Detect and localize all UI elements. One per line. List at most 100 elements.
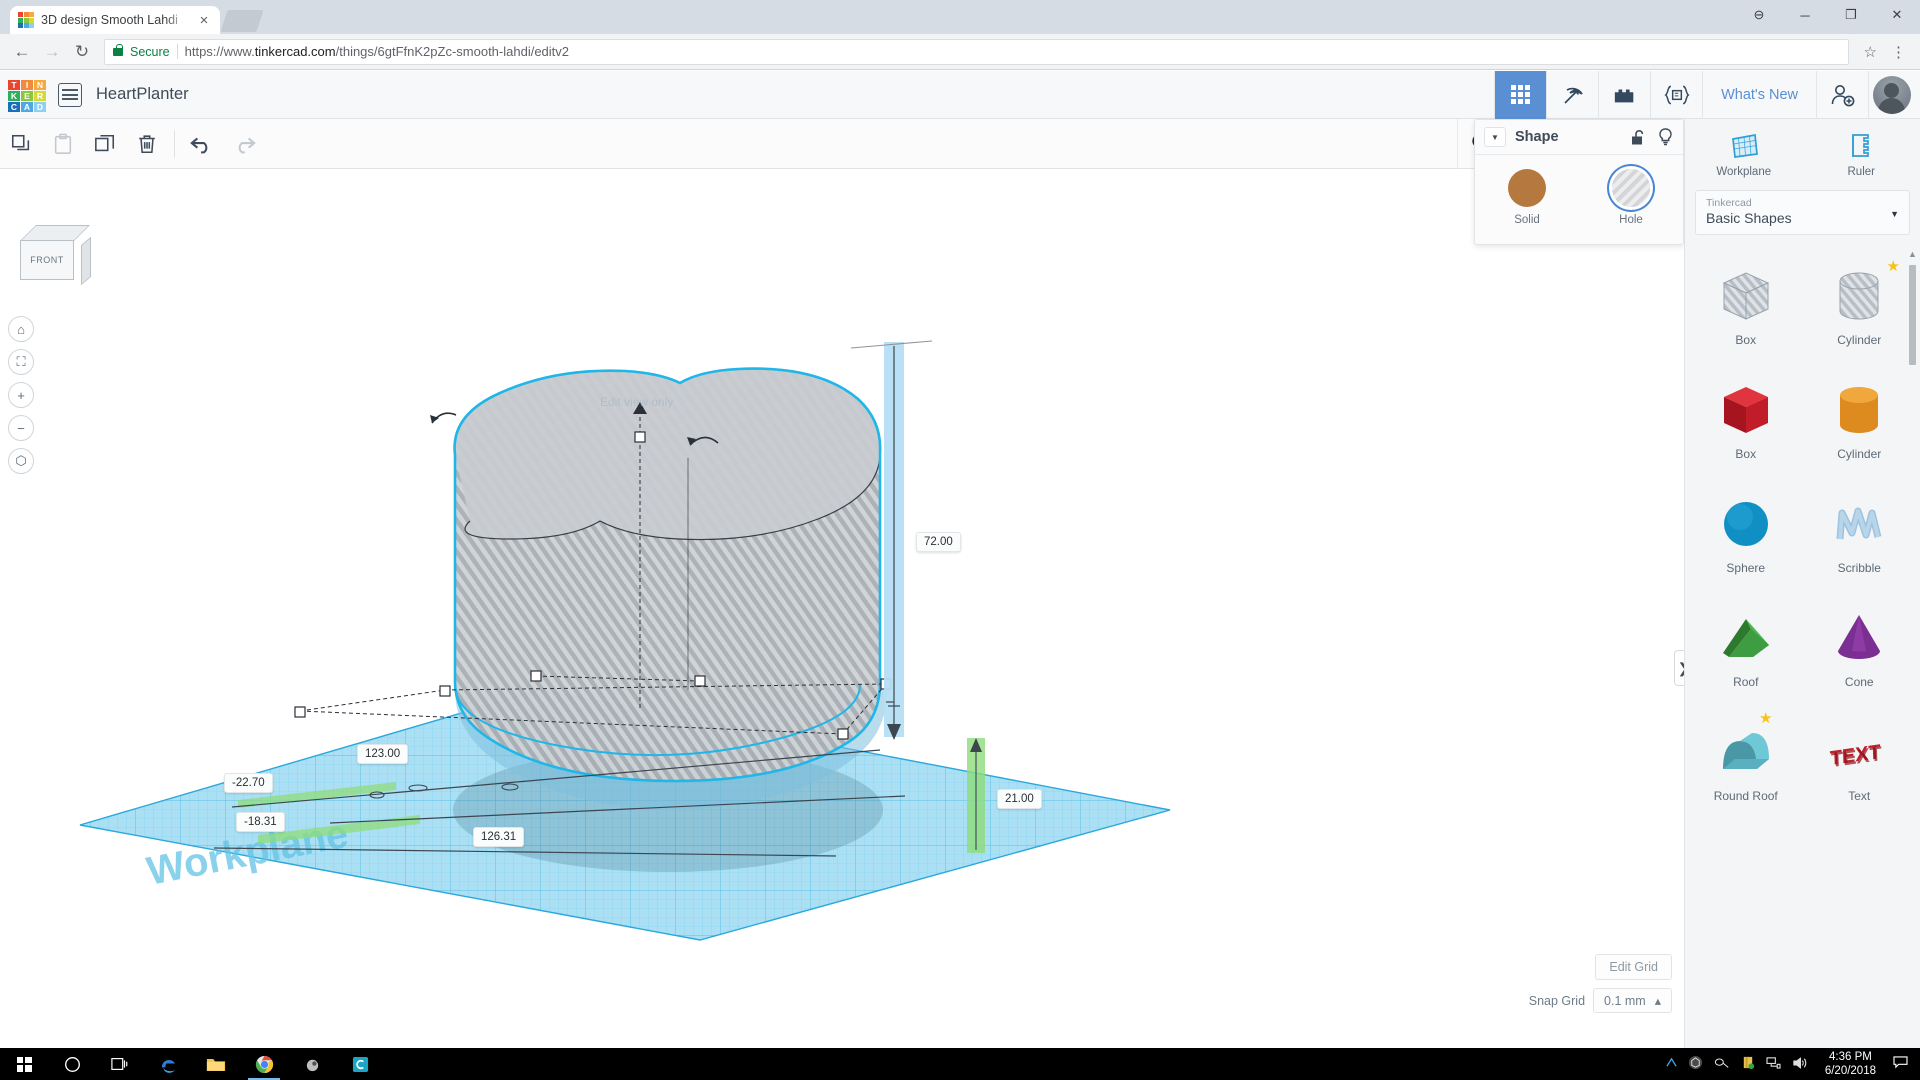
windows-logo-icon: [16, 1056, 32, 1072]
browser-window: 3D design Smooth Lahdi × ⊖ ─ ❐ ✕ ← → ↻ S…: [0, 0, 1920, 1080]
tray-overflow-icon[interactable]: [1666, 1057, 1677, 1071]
unlock-icon[interactable]: [1629, 129, 1647, 146]
solid-label: Solid: [1514, 214, 1540, 226]
pickaxe-icon[interactable]: [1546, 70, 1598, 119]
width-dimension[interactable]: 126.31: [473, 827, 525, 847]
scene-canvas[interactable]: Workplane Edit view only: [0, 170, 1920, 1049]
paste-button[interactable]: [42, 119, 84, 169]
inspector-title: Shape: [1515, 129, 1559, 145]
shape-item-roof[interactable]: Roof: [1689, 597, 1803, 711]
blender-app-button[interactable]: [288, 1048, 336, 1080]
chevron-down-icon[interactable]: ▼: [1484, 127, 1506, 147]
round-roof-icon: [1722, 733, 1769, 769]
close-window-button[interactable]: ✕: [1874, 0, 1920, 30]
action-center-icon[interactable]: [1893, 1056, 1914, 1072]
grid-controls: Edit Grid Snap Grid 0.1 mm ▴: [1529, 954, 1672, 1013]
mouse-settings-icon[interactable]: [1714, 1056, 1730, 1073]
usb-safely-remove-icon[interactable]: [1741, 1055, 1755, 1073]
codeblocks-icon[interactable]: [1650, 70, 1702, 119]
close-tab-icon[interactable]: ×: [196, 13, 212, 28]
3d-viewport[interactable]: FRONT ⌂ ⛶ + − ⬡ Workplane Edit view only…: [0, 170, 1920, 1049]
cura-app-button[interactable]: [336, 1048, 384, 1080]
hole-option[interactable]: Hole: [1592, 169, 1670, 226]
duplicate-button[interactable]: [84, 119, 126, 169]
lock-icon: [113, 43, 123, 56]
account-icon[interactable]: ⊖: [1736, 0, 1782, 30]
shape-library-select[interactable]: Tinkercad Basic Shapes ▼: [1695, 190, 1910, 235]
cortana-search-button[interactable]: [48, 1048, 96, 1080]
y-position[interactable]: -18.31: [236, 812, 285, 832]
shape-inspector-panel[interactable]: ▼ Shape Solid Hole: [1474, 119, 1684, 245]
apps-grid-icon[interactable]: [1494, 70, 1547, 119]
shape-item-text[interactable]: TEXT TEXT Text: [1803, 711, 1917, 825]
shape-row: Box ★ Cylinder: [1689, 255, 1916, 369]
address-bar[interactable]: Secure https://www.tinkercad.com/things/…: [104, 38, 1849, 65]
shape-label: Box: [1735, 333, 1757, 347]
hole-swatch: [1612, 169, 1650, 207]
browser-menu-icon[interactable]: ⋮: [1886, 43, 1912, 61]
shape-item-scribble[interactable]: Scribble: [1803, 483, 1917, 597]
reload-button[interactable]: ↻: [68, 38, 96, 66]
redo-button[interactable]: [223, 119, 265, 169]
shape-item-cone[interactable]: Cone: [1803, 597, 1917, 711]
box-hole-icon: [1722, 272, 1769, 320]
ruler-tool[interactable]: Ruler: [1803, 131, 1920, 178]
tinkercad-app: T I N K E R C A D HeartPlanter What's Ne…: [0, 70, 1920, 1049]
tinkercad-logo[interactable]: T I N K E R C A D: [8, 79, 46, 112]
snap-grid-row: Snap Grid 0.1 mm ▴: [1529, 988, 1672, 1013]
workplane-tool[interactable]: Workplane: [1685, 131, 1803, 178]
file-explorer-button[interactable]: [192, 1048, 240, 1080]
solid-option[interactable]: Solid: [1488, 169, 1566, 226]
shapes-scrollbar[interactable]: ▲: [1908, 249, 1917, 1041]
length-dimension[interactable]: 123.00: [357, 744, 409, 764]
shape-item-cylinder[interactable]: Cylinder: [1803, 369, 1917, 483]
new-tab-button[interactable]: [220, 10, 264, 32]
scrollbar-thumb[interactable]: [1909, 265, 1916, 365]
taskbar-clock[interactable]: 4:36 PM 6/20/2018: [1819, 1050, 1882, 1079]
tab-title: 3D design Smooth Lahdi: [41, 13, 178, 27]
whats-new-link[interactable]: What's New: [1702, 70, 1816, 119]
roof-icon: [1722, 619, 1769, 657]
inspector-body: Solid Hole: [1475, 154, 1683, 244]
edit-grid-button[interactable]: Edit Grid: [1595, 954, 1672, 980]
shape-item-round-roof[interactable]: ★ Round Roof: [1689, 710, 1803, 825]
chrome-browser-button[interactable]: [240, 1048, 288, 1080]
project-menu-icon[interactable]: [58, 82, 82, 107]
delete-button[interactable]: [126, 119, 168, 169]
tab-strip: 3D design Smooth Lahdi ×: [0, 0, 1920, 34]
volume-icon[interactable]: [1792, 1056, 1808, 1073]
divider: [176, 44, 178, 59]
scroll-up-icon[interactable]: ▲: [1908, 249, 1917, 259]
task-view-button[interactable]: [96, 1048, 144, 1080]
bookmark-star-icon[interactable]: ☆: [1857, 43, 1884, 61]
shape-item-cylinder-hole[interactable]: ★ Cylinder: [1803, 255, 1917, 369]
shape-grid[interactable]: Box ★ Cylinder Box Cylinder Sphere Scrib…: [1685, 247, 1920, 1049]
height-dimension[interactable]: 72.00: [916, 532, 961, 552]
selected-shape[interactable]: [453, 367, 887, 810]
network-icon[interactable]: [1766, 1056, 1781, 1072]
undo-button[interactable]: [181, 119, 223, 169]
maximize-button[interactable]: ❐: [1828, 0, 1874, 30]
edge-browser-button[interactable]: [144, 1048, 192, 1080]
snap-grid-select[interactable]: 0.1 mm ▴: [1593, 988, 1672, 1013]
light-bulb-icon[interactable]: [1656, 128, 1674, 146]
forward-button[interactable]: →: [38, 38, 66, 66]
header-right-group: What's New: [1494, 70, 1920, 119]
back-button[interactable]: ←: [8, 38, 36, 66]
3d-builder-icon[interactable]: [1688, 1055, 1703, 1073]
shape-item-box[interactable]: Box: [1689, 369, 1803, 483]
blocks-icon[interactable]: [1598, 70, 1650, 119]
start-button[interactable]: [0, 1048, 48, 1080]
clock-time: 4:36 PM: [1829, 1050, 1872, 1063]
person-add-icon[interactable]: [1816, 70, 1868, 119]
ruler-tool-label: Ruler: [1847, 166, 1875, 178]
shape-item-box-hole[interactable]: Box: [1689, 255, 1803, 369]
minimize-button[interactable]: ─: [1782, 0, 1828, 30]
z-offset-dimension[interactable]: 21.00: [997, 789, 1042, 809]
user-avatar[interactable]: [1868, 70, 1920, 119]
x-position[interactable]: -22.70: [224, 773, 273, 793]
shape-row: Roof Cone: [1689, 597, 1916, 711]
copy-button[interactable]: [0, 119, 42, 169]
shape-item-sphere[interactable]: Sphere: [1689, 483, 1803, 597]
browser-tab[interactable]: 3D design Smooth Lahdi ×: [10, 6, 220, 34]
